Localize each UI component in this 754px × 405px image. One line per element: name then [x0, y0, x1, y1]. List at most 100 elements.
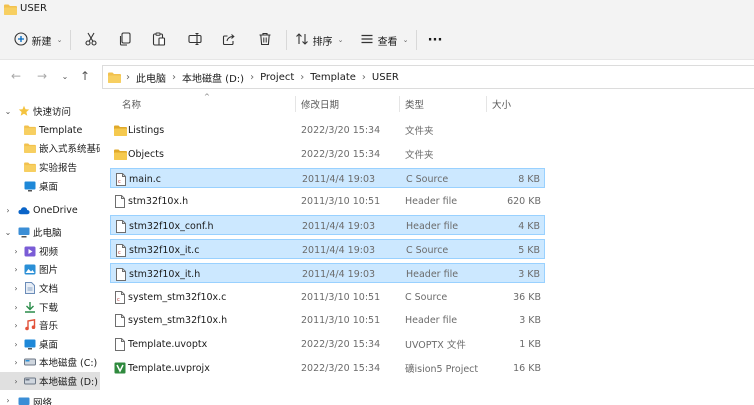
- chevron-right-icon[interactable]: ›: [12, 377, 20, 386]
- file-name: Objects: [128, 148, 164, 160]
- sidebar-item-documents[interactable]: › 文档: [0, 279, 100, 297]
- file-size: 5 KB: [518, 244, 540, 256]
- file-type: C Source: [406, 244, 449, 256]
- sidebar-item-desktop[interactable]: › 桌面: [0, 335, 100, 353]
- column-divider[interactable]: [295, 96, 296, 112]
- file-date: 2011/3/10 10:51: [301, 314, 381, 326]
- c-file-icon: c: [113, 287, 127, 307]
- rename-button[interactable]: [184, 20, 206, 60]
- file-row[interactable]: c main.c 2011/4/4 19:03 C Source 8 KB: [110, 168, 545, 188]
- paste-button[interactable]: [148, 20, 170, 60]
- delete-button[interactable]: [254, 20, 276, 60]
- sidebar-item-quick-access[interactable]: ⌄ 快速访问: [0, 102, 100, 120]
- file-row[interactable]: stm32f10x_it.h 2011/4/4 19:03 Header file 3…: [110, 263, 545, 283]
- file-size: 3 KB: [519, 314, 541, 326]
- new-button[interactable]: 新建 ⌄: [12, 20, 64, 60]
- breadcrumb-template[interactable]: Template: [310, 72, 356, 83]
- file-row[interactable]: Listings 2022/3/20 15:34 文件夹: [110, 120, 545, 140]
- file-row[interactable]: Template.uvoptx 2022/3/20 15:34 UVOPTX 文件 1…: [110, 334, 545, 354]
- file-row[interactable]: system_stm32f10x.h 2011/3/10 10:51 Header …: [110, 310, 545, 330]
- file-type: UVOPTX 文件: [405, 340, 466, 351]
- sidebar-item-onedrive[interactable]: › OneDrive: [0, 201, 100, 219]
- file-row[interactable]: stm32f10x.h 2011/3/10 10:51 Header file 620…: [110, 191, 545, 211]
- sidebar-item-music[interactable]: › 音乐: [0, 316, 100, 334]
- file-row[interactable]: c stm32f10x_it.c 2011/4/4 19:03 C Source 5 K…: [110, 239, 545, 259]
- chevron-right-icon[interactable]: ›: [12, 284, 20, 293]
- file-row[interactable]: stm32f10x_conf.h 2011/4/4 19:03 Header fil…: [110, 215, 545, 235]
- copy-icon: [118, 31, 132, 49]
- sidebar-item-videos[interactable]: › 视频: [0, 242, 100, 260]
- chevron-right-icon[interactable]: ›: [12, 321, 20, 330]
- file-date: 2011/4/4 19:03: [302, 220, 376, 232]
- forward-button[interactable]: →: [34, 68, 50, 84]
- column-divider[interactable]: [399, 96, 400, 112]
- toolbar-divider: [70, 30, 71, 50]
- sort-button[interactable]: 排序 ⌄: [294, 20, 344, 60]
- copy-button[interactable]: [114, 20, 136, 60]
- recent-locations-button[interactable]: ⌄: [57, 68, 73, 84]
- picture-icon: [24, 263, 36, 275]
- sort-ascending-icon: ^: [204, 93, 210, 101]
- address-bar[interactable]: › 此电脑 › 本地磁盘 (D:) › Project › Template ›…: [102, 65, 754, 89]
- sidebar-item-lab-reports[interactable]: 实验报告: [0, 158, 100, 176]
- sidebar-item-drive-d[interactable]: › 本地磁盘 (D:): [0, 372, 100, 390]
- file-date: 2011/4/4 19:03: [302, 244, 376, 256]
- chevron-right-icon[interactable]: ›: [12, 303, 20, 312]
- file-name: system_stm32f10x.c: [128, 291, 227, 303]
- drive-icon: [24, 356, 36, 368]
- file-name: Template.uvprojx: [128, 362, 210, 374]
- window-title: USER: [20, 3, 47, 14]
- file-type: C Source: [406, 173, 449, 185]
- address-bar-area: ← → ⌄ ↑ › 此电脑 › 本地磁盘 (D:) › Project › Te…: [0, 60, 754, 94]
- file-size: 1 KB: [519, 338, 541, 350]
- breadcrumb-this-pc[interactable]: 此电脑: [136, 70, 166, 85]
- file-row[interactable]: Template.uvprojx 2022/3/20 15:34 礦ision5 P…: [110, 358, 545, 378]
- plus-icon: [14, 31, 28, 49]
- column-divider[interactable]: [486, 96, 487, 112]
- sidebar-item-this-pc[interactable]: ⌄ 此电脑: [0, 223, 100, 241]
- sidebar-item-network[interactable]: › 网络: [0, 394, 100, 405]
- sidebar-item-downloads[interactable]: › 下载: [0, 298, 100, 316]
- chevron-down-icon[interactable]: ⌄: [4, 228, 12, 237]
- chevron-right-icon[interactable]: ›: [4, 396, 12, 405]
- file-name: stm32f10x_it.h: [129, 268, 201, 280]
- column-header-type[interactable]: 类型: [405, 94, 483, 114]
- share-button[interactable]: [218, 20, 240, 60]
- chevron-right-icon[interactable]: ›: [12, 358, 20, 367]
- sidebar-item-desktop-quick[interactable]: 桌面: [0, 177, 100, 195]
- sidebar-item-pictures[interactable]: › 图片: [0, 260, 100, 278]
- cut-button[interactable]: [80, 20, 102, 60]
- file-icon: [113, 191, 127, 211]
- breadcrumb-drive-d[interactable]: 本地磁盘 (D:): [182, 70, 244, 85]
- back-button[interactable]: ←: [8, 68, 24, 84]
- chevron-down-icon[interactable]: ⌄: [4, 107, 12, 116]
- more-options-button[interactable]: ···: [424, 20, 446, 60]
- folder-icon: [113, 120, 127, 140]
- arrow-left-icon: ←: [10, 69, 22, 83]
- chevron-right-icon[interactable]: ›: [12, 340, 20, 349]
- file-row[interactable]: c system_stm32f10x.c 2011/3/10 10:51 C Sour…: [110, 287, 545, 307]
- column-header-date[interactable]: 修改日期: [301, 94, 397, 114]
- svg-text:c: c: [118, 179, 121, 185]
- file-name: main.c: [129, 173, 161, 185]
- column-header-size[interactable]: 大小: [492, 94, 542, 114]
- file-row[interactable]: Objects 2022/3/20 15:34 文件夹: [110, 144, 545, 164]
- file-date: 2022/3/20 15:34: [301, 124, 381, 136]
- folder-icon: [4, 4, 17, 18]
- breadcrumb-user[interactable]: USER: [372, 72, 399, 83]
- download-icon: [24, 301, 36, 313]
- sidebar-item-template[interactable]: Template: [0, 121, 100, 139]
- sidebar-item-embedded[interactable]: 嵌入式系统基础: [0, 139, 100, 157]
- chevron-right-icon[interactable]: ›: [12, 247, 20, 256]
- music-icon: [24, 319, 36, 331]
- file-name: stm32f10x.h: [128, 195, 189, 207]
- chevron-right-icon[interactable]: ›: [4, 206, 12, 215]
- chevron-right-icon: ›: [300, 71, 305, 83]
- file-name: stm32f10x_it.c: [129, 244, 200, 256]
- breadcrumb-project[interactable]: Project: [260, 72, 294, 83]
- chevron-right-icon[interactable]: ›: [12, 265, 20, 274]
- sidebar-item-drive-c[interactable]: › 本地磁盘 (C:): [0, 353, 100, 371]
- view-button[interactable]: 查看 ⌄: [358, 20, 410, 60]
- up-button[interactable]: ↑: [77, 68, 93, 84]
- pane-divider[interactable]: [100, 94, 102, 405]
